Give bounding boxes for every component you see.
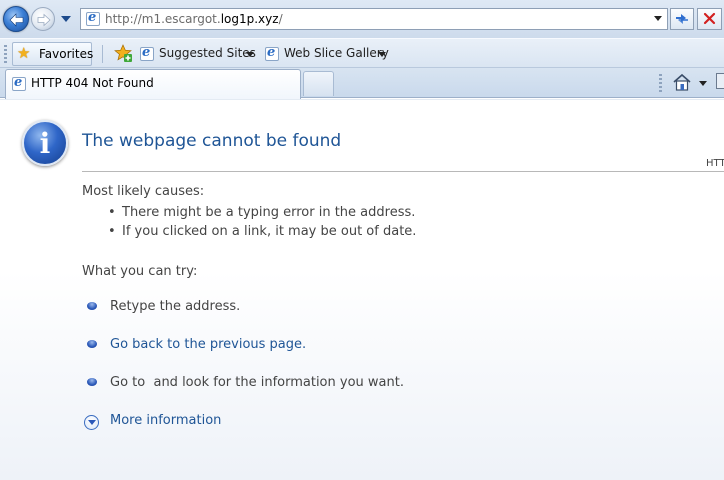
page-title: The webpage cannot be found	[82, 131, 342, 151]
address-dropdown-icon[interactable]	[653, 15, 663, 23]
new-tab-button[interactable]	[303, 71, 334, 96]
back-arrow-icon	[9, 13, 24, 27]
close-icon	[703, 12, 716, 25]
http-error-code-text: HTT	[706, 158, 724, 169]
bullet-dot: •	[108, 205, 116, 220]
suggested-sites-link[interactable]: Suggested Sites	[159, 46, 256, 60]
cause-text: If you clicked on a link, it may be out …	[122, 224, 417, 239]
go-to-home-text: Go to and look for the information you w…	[110, 375, 404, 390]
expand-chevron-icon[interactable]	[84, 415, 99, 430]
address-url-prefix: http://m1.escargot.	[105, 12, 221, 26]
ie-page-icon: e	[265, 45, 279, 61]
tab-title: HTTP 404 Not Found	[31, 76, 154, 90]
toolbar-separator	[102, 45, 103, 63]
star-icon: ★	[17, 44, 31, 62]
title-divider	[82, 171, 724, 172]
back-button[interactable]	[3, 6, 29, 32]
cause-item: • There might be a typing error in the ad…	[108, 205, 415, 220]
ie-page-icon: e	[140, 45, 154, 61]
favorites-label: Favorites	[39, 47, 94, 61]
refresh-button[interactable]	[670, 8, 694, 30]
toolbar-grip[interactable]	[659, 74, 662, 92]
forward-button[interactable]	[31, 7, 55, 31]
address-field[interactable]: e http://m1.escargot.log1p.xyz/	[80, 8, 668, 30]
print-icon[interactable]	[716, 73, 724, 89]
causes-heading: Most likely causes:	[82, 184, 205, 199]
try-bullet-icon	[87, 302, 97, 310]
add-favorites-icon	[114, 44, 132, 62]
stop-button[interactable]	[697, 8, 722, 30]
forward-arrow-icon	[37, 13, 51, 27]
home-dropdown-icon[interactable]	[699, 81, 707, 86]
home-icon	[673, 73, 691, 91]
address-url[interactable]: http://m1.escargot.log1p.xyz/	[105, 12, 283, 26]
ie-page-icon: e	[86, 10, 100, 26]
try-heading: What you can try:	[82, 264, 198, 279]
tab-bar: e HTTP 404 Not Found	[0, 68, 724, 99]
page-content: i The webpage cannot be found HTT Most l…	[0, 99, 724, 480]
recent-pages-dropdown-icon[interactable]	[60, 14, 72, 24]
bullet-dot: •	[108, 224, 116, 239]
ie-page-icon: e	[12, 75, 26, 91]
address-toolbar: e http://m1.escargot.log1p.xyz/	[0, 0, 724, 38]
address-url-domain: log1p.xyz	[220, 12, 279, 26]
more-information-link[interactable]: More information	[110, 413, 221, 428]
retype-address-text: Retype the address.	[110, 299, 241, 314]
cause-item: • If you clicked on a link, it may be out…	[108, 224, 416, 239]
address-url-suffix: /	[278, 12, 283, 26]
web-slice-gallery-dropdown-icon[interactable]	[378, 52, 386, 57]
web-slice-gallery-link[interactable]: Web Slice Gallery	[284, 46, 389, 60]
home-button[interactable]	[672, 72, 692, 95]
info-icon: i	[22, 120, 68, 166]
cause-text: There might be a typing error in the add…	[122, 205, 416, 220]
refresh-icon	[676, 14, 688, 24]
favorites-bar: ★ Favorites e Suggested Sites e Web Slic…	[0, 38, 724, 68]
go-back-link[interactable]: Go back to the previous page.	[110, 337, 306, 352]
favorites-button[interactable]: ★ Favorites	[12, 42, 94, 66]
add-to-favorites-button[interactable]	[113, 43, 133, 66]
suggested-sites-dropdown-icon[interactable]	[246, 52, 254, 57]
toolbar-grip[interactable]	[4, 45, 7, 63]
try-bullet-icon	[87, 378, 97, 386]
try-bullet-icon	[87, 340, 97, 348]
tab-http-404[interactable]: e HTTP 404 Not Found	[5, 69, 301, 99]
